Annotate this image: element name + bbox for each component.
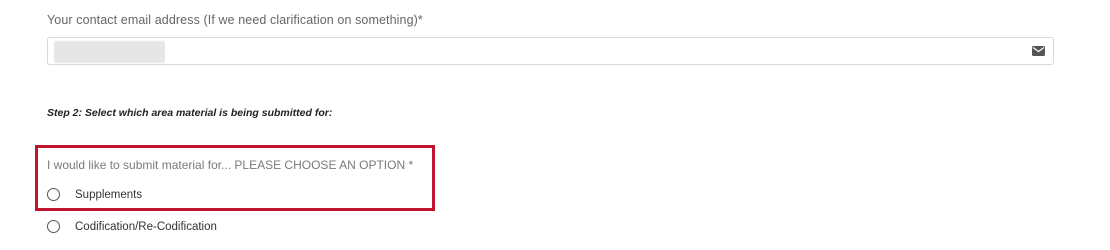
step-2-heading: Step 2: Select which area material is be… bbox=[47, 107, 333, 119]
radio-option-label[interactable]: Codification/Re-Codification bbox=[75, 221, 217, 233]
form-page: Your contact email address (If we need c… bbox=[0, 0, 1110, 250]
email-input[interactable] bbox=[47, 37, 1054, 65]
email-field-label: Your contact email address (If we need c… bbox=[47, 13, 423, 27]
radio-button[interactable] bbox=[47, 188, 60, 201]
radio-option-codification[interactable]: Codification/Re-Codification bbox=[47, 220, 217, 233]
radio-option-label[interactable]: Supplements bbox=[75, 189, 142, 201]
radio-option-supplements[interactable]: Supplements bbox=[47, 188, 142, 201]
radio-button[interactable] bbox=[47, 220, 60, 233]
question-label: I would like to submit material for... P… bbox=[47, 158, 414, 172]
email-value-redacted bbox=[54, 41, 165, 63]
envelope-icon bbox=[1032, 46, 1045, 56]
highlight-box bbox=[35, 145, 435, 211]
